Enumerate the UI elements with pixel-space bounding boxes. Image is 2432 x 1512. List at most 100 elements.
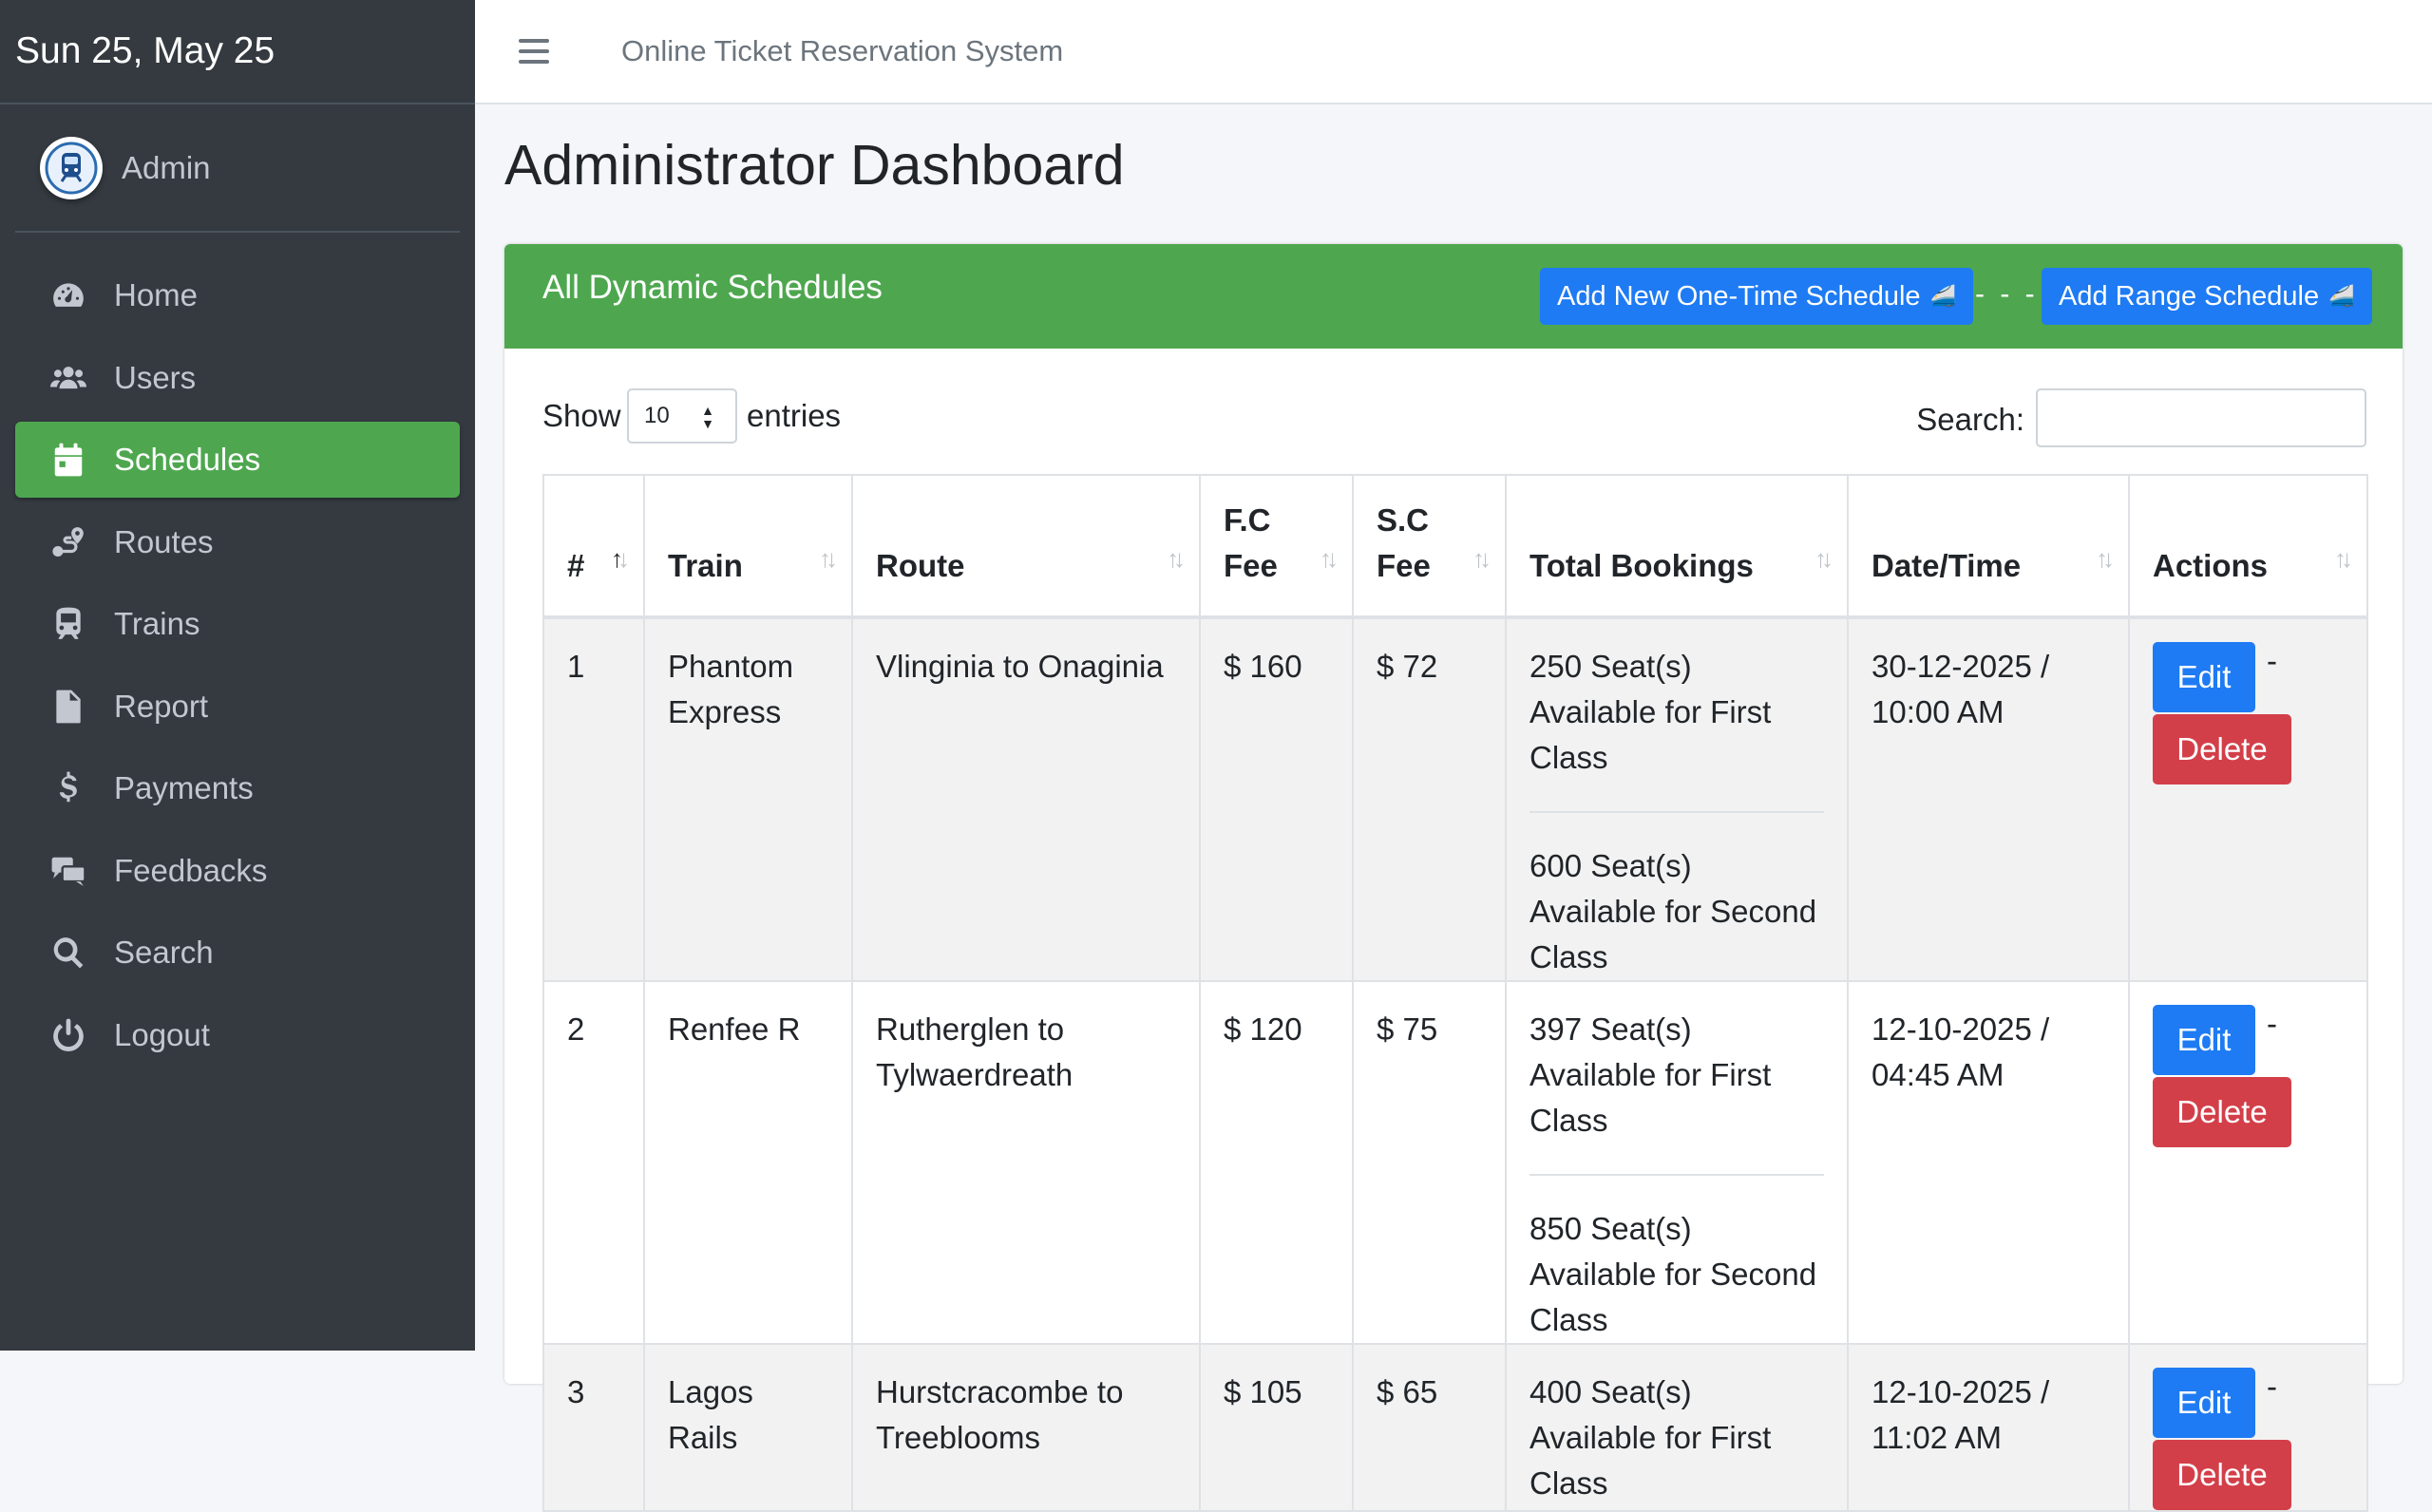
sidebar-item-users[interactable]: Users — [15, 340, 460, 416]
sort-icon: ↑↓ — [819, 544, 838, 573]
comments-icon — [49, 852, 87, 890]
sidebar-item-routes[interactable]: Routes — [15, 504, 460, 580]
button-label: Add Range Schedule — [2059, 280, 2320, 312]
search-input[interactable] — [2036, 388, 2366, 447]
edit-button[interactable]: Edit — [2153, 642, 2255, 712]
cell-number: 2 — [542, 980, 645, 1345]
sidebar-item-label: Schedules — [114, 442, 261, 477]
sidebar-item-label: Search — [114, 935, 214, 970]
column-header-actions[interactable]: Actions ↑↓ — [2128, 474, 2368, 619]
sidebar-item-label: Report — [114, 688, 209, 724]
delete-button[interactable]: Delete — [2153, 1077, 2291, 1147]
sidebar-item-label: Home — [114, 277, 199, 312]
search-label: Search: — [1916, 402, 2024, 437]
app-title[interactable]: Online Ticket Reservation System — [621, 34, 1063, 68]
action-separator: - — [2267, 1369, 2277, 1404]
delete-button[interactable]: Delete — [2153, 1440, 2291, 1510]
action-separator: - — [2267, 643, 2277, 678]
cell-datetime: 12-10-2025 / 04:45 AM — [1847, 980, 2130, 1345]
search-icon — [49, 934, 87, 972]
show-label: Show — [542, 398, 621, 433]
cell-fc-fee: $ 160 — [1199, 616, 1354, 982]
select-arrows-icon: ▲ ▼ — [701, 403, 714, 431]
sc-seats: 850 Seat(s) Available for Second Class — [1530, 1211, 1817, 1337]
sidebar-item-label: Payments — [114, 770, 254, 805]
page-title: Administrator Dashboard — [504, 134, 1125, 197]
sidebar-item-label: Feedbacks — [114, 852, 268, 888]
sidebar-item-feedbacks[interactable]: Feedbacks — [15, 833, 460, 909]
power-icon — [49, 1016, 87, 1054]
user-panel[interactable]: Admin — [15, 104, 460, 233]
cell-total-bookings: 250 Seat(s) Available for First Class 60… — [1505, 616, 1849, 982]
cell-train: Renfee R — [643, 980, 853, 1345]
button-label: Add New One-Time Schedule — [1557, 280, 1921, 312]
column-header-fc-fee[interactable]: F.C Fee ↑↓ — [1199, 474, 1354, 619]
cell-route: Vlinginia to Onaginia — [851, 616, 1201, 982]
cell-sc-fee: $ 72 — [1352, 616, 1507, 982]
sidebar-item-label: Users — [114, 359, 197, 395]
cell-number: 1 — [542, 616, 645, 982]
sidebar-item-payments[interactable]: Payments — [15, 750, 460, 826]
column-header-route[interactable]: Route ↑↓ — [851, 474, 1201, 619]
column-header-datetime[interactable]: Date/Time ↑↓ — [1847, 474, 2130, 619]
sidebar-item-home[interactable]: Home — [15, 257, 460, 333]
delete-button[interactable]: Delete — [2153, 714, 2291, 784]
card-header: All Dynamic Schedules Add New One-Time S… — [504, 244, 2403, 349]
hamburger-menu-icon[interactable] — [519, 39, 549, 64]
fc-seats: 250 Seat(s) Available for First Class — [1530, 644, 1824, 813]
column-header-sc-fee[interactable]: S.C Fee ↑↓ — [1352, 474, 1507, 619]
sidebar: Sun 25, May 25 Admin Home Users Schedule… — [0, 0, 475, 1351]
edit-button[interactable]: Edit — [2153, 1005, 2255, 1075]
table-row: 1 Phantom Express Vlinginia to Onaginia … — [542, 616, 2368, 982]
train-icon: 🚄 — [2328, 284, 2355, 308]
action-separator: - — [2267, 1006, 2277, 1041]
sidebar-item-logout[interactable]: Logout — [15, 997, 460, 1073]
cell-route: Hurstcracombe to Treeblooms — [851, 1343, 1201, 1512]
table-controls: Show 10 ▲ ▼ entries Search: — [542, 388, 2366, 455]
fc-seats: 400 Seat(s) Available for First Class — [1530, 1374, 1772, 1501]
cell-sc-fee: $ 65 — [1352, 1343, 1507, 1512]
sidebar-item-label: Logout — [114, 1016, 210, 1052]
cell-fc-fee: $ 105 — [1199, 1343, 1354, 1512]
column-header-train[interactable]: Train ↑↓ — [643, 474, 853, 619]
cell-actions: Edit - Delete — [2128, 1343, 2368, 1512]
sidebar-item-search[interactable]: Search — [15, 915, 460, 991]
sidebar-item-trains[interactable]: Trains — [15, 586, 460, 662]
sc-seats: 600 Seat(s) Available for Second Class — [1530, 848, 1817, 974]
sidebar-item-report[interactable]: Report — [15, 669, 460, 745]
user-name[interactable]: Admin — [122, 150, 211, 186]
edit-button[interactable]: Edit — [2153, 1368, 2255, 1438]
sort-icon: ↑↓ — [1167, 544, 1186, 573]
cell-train: Phantom Express — [643, 616, 853, 982]
avatar[interactable] — [40, 136, 103, 199]
cell-total-bookings: 400 Seat(s) Available for First Class — [1505, 1343, 1849, 1512]
card-title: All Dynamic Schedules — [542, 269, 883, 306]
table-header-row: # ↑↓ Train ↑↓ Route ↑↓ F.C Fee ↑↓ S.C Fee ↑↓ … — [542, 474, 2368, 619]
add-range-schedule-button[interactable]: Add Range Schedule 🚄 — [2042, 268, 2372, 325]
sidebar-brand-date[interactable]: Sun 25, May 25 — [0, 0, 475, 104]
sidebar-nav: Home Users Schedules Routes Trains Repor… — [15, 257, 460, 1073]
schedules-table: # ↑↓ Train ↑↓ Route ↑↓ F.C Fee ↑↓ S.C Fee ↑↓ … — [542, 474, 2368, 1512]
column-header-number[interactable]: # ↑↓ — [542, 474, 645, 619]
cell-total-bookings: 397 Seat(s) Available for First Class 85… — [1505, 980, 1849, 1345]
cell-actions: Edit - Delete — [2128, 616, 2368, 982]
entries-value: 10 — [644, 403, 670, 428]
sidebar-item-label: Trains — [114, 606, 200, 641]
entries-select[interactable]: 10 ▲ ▼ — [627, 388, 737, 444]
cell-route: Rutherglen to Tylwaerdreath — [851, 980, 1201, 1345]
train-icon: 🚄 — [1929, 284, 1956, 308]
fc-seats: 397 Seat(s) Available for First Class — [1530, 1007, 1824, 1176]
top-navbar: Online Ticket Reservation System — [475, 0, 2432, 104]
sort-asc-icon: ↑↓ — [611, 544, 630, 573]
table-row: 2 Renfee R Rutherglen to Tylwaerdreath $… — [542, 980, 2368, 1345]
cell-train: Lagos Rails — [643, 1343, 853, 1512]
cell-datetime: 30-12-2025 / 10:00 AM — [1847, 616, 2130, 982]
cell-number: 3 — [542, 1343, 645, 1512]
route-icon — [49, 523, 87, 561]
sidebar-item-schedules[interactable]: Schedules — [15, 422, 460, 498]
pdf-file-icon — [49, 688, 87, 726]
column-header-total-bookings[interactable]: Total Bookings ↑↓ — [1505, 474, 1849, 619]
add-one-time-schedule-button[interactable]: Add New One-Time Schedule 🚄 — [1540, 268, 1973, 325]
dashboard-icon — [49, 276, 87, 314]
dollar-icon — [49, 769, 87, 807]
